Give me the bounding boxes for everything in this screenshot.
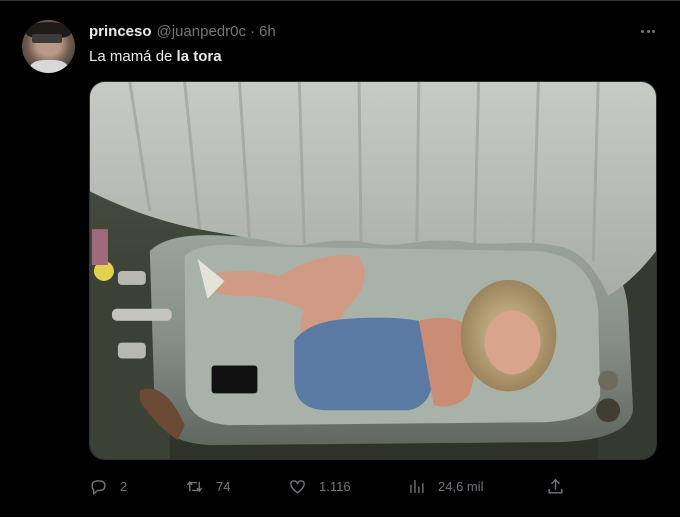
like-count: 1.116: [319, 478, 351, 494]
more-options-icon[interactable]: [641, 22, 655, 40]
tweet-actions: 2 74 1.116 24,6 mil: [89, 473, 567, 499]
avatar[interactable]: [22, 20, 75, 73]
share-icon: [548, 478, 563, 494]
like-button[interactable]: 1.116: [288, 473, 351, 499]
tweet-text-bold: la tora: [176, 48, 222, 65]
reply-button[interactable]: 2: [89, 473, 127, 499]
photo-image: [90, 82, 656, 459]
repost-icon: [186, 480, 203, 492]
reply-icon: [91, 479, 106, 495]
tweet-header: princeso @juanpedr0c · 6h: [89, 21, 276, 41]
view-count: 24,6 mil: [438, 478, 484, 494]
views-button[interactable]: 24,6 mil: [407, 473, 484, 499]
share-button[interactable]: [546, 473, 565, 499]
tweet-text-plain: La mamá de: [89, 48, 177, 65]
separator-dot: ·: [249, 22, 255, 40]
author-display-name[interactable]: princeso: [89, 23, 152, 40]
tweet-photo[interactable]: [89, 81, 657, 460]
tweet-text: La mamá de la tora: [89, 47, 222, 67]
author-handle[interactable]: @juanpedr0c: [157, 23, 246, 40]
reply-count: 2: [120, 478, 128, 494]
repost-count: 74: [216, 478, 231, 494]
heart-icon: [290, 479, 305, 494]
repost-button[interactable]: 74: [185, 473, 230, 499]
views-chart-icon: [410, 479, 424, 493]
avatar-shirt: [30, 60, 68, 73]
tweet-timestamp[interactable]: 6h: [259, 23, 276, 40]
avatar-headband: [32, 34, 62, 43]
more-dot: [652, 29, 655, 33]
tweet[interactable]: princeso @juanpedr0c · 6h La mamá de la …: [0, 0, 680, 517]
more-dot: [646, 29, 650, 33]
more-dot: [641, 29, 644, 33]
